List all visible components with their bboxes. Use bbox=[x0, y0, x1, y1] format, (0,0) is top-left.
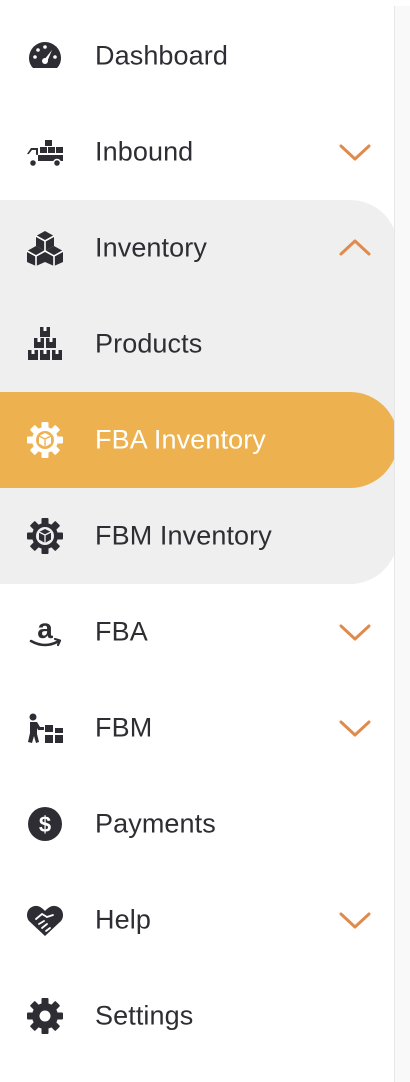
sidebar-item-label: FBA Inventory bbox=[95, 424, 266, 455]
sidebar-item-inbound[interactable]: Inbound bbox=[0, 104, 398, 200]
sidebar-item-label: Payments bbox=[95, 808, 216, 839]
gear-box-icon bbox=[25, 516, 65, 556]
handshake-heart-icon bbox=[25, 900, 65, 940]
sidebar-item-label: Products bbox=[95, 328, 203, 359]
chevron-down-icon[interactable] bbox=[338, 909, 372, 931]
chevron-up-icon[interactable] bbox=[338, 237, 372, 259]
sidebar-item-label: Dashboard bbox=[95, 40, 228, 71]
sidebar-item-help[interactable]: Help bbox=[0, 872, 398, 968]
amazon-icon: a bbox=[25, 612, 65, 652]
sidebar-item-label: FBM Inventory bbox=[95, 520, 272, 551]
sidebar-item-settings[interactable]: Settings bbox=[0, 968, 398, 1064]
chevron-down-icon[interactable] bbox=[338, 717, 372, 739]
sidebar-item-inventory[interactable]: Inventory bbox=[0, 200, 398, 296]
sidebar-item-products[interactable]: Products bbox=[0, 296, 398, 392]
sidebar-item-label: Inventory bbox=[95, 232, 207, 263]
sidebar-item-fbm[interactable]: FBM bbox=[0, 680, 398, 776]
sidebar-item-label: Settings bbox=[95, 1000, 194, 1031]
content-panel-edge bbox=[394, 6, 410, 1082]
sidebar-item-fba[interactable]: a FBA bbox=[0, 584, 398, 680]
sidebar-item-label: Help bbox=[95, 904, 151, 935]
sidebar-item-fba-inventory[interactable]: FBA Inventory bbox=[0, 392, 398, 488]
svg-text:$: $ bbox=[39, 812, 51, 837]
sidebar-item-label: FBA bbox=[95, 616, 148, 647]
speedometer-icon bbox=[25, 36, 65, 76]
delivery-truck-icon bbox=[25, 132, 65, 172]
sidebar-item-dashboard[interactable]: Dashboard bbox=[0, 8, 398, 104]
sidebar-item-label: Inbound bbox=[95, 136, 194, 167]
dollar-icon: $ bbox=[25, 804, 65, 844]
sidebar-item-payments[interactable]: $ Payments bbox=[0, 776, 398, 872]
boxes-icon bbox=[25, 228, 65, 268]
chevron-down-icon[interactable] bbox=[338, 141, 372, 163]
sidebar-nav: Dashboard Inbound Inventory Products FBA… bbox=[0, 0, 398, 1082]
gear-box-icon bbox=[25, 420, 65, 460]
svg-text:a: a bbox=[37, 613, 53, 644]
worker-boxes-icon bbox=[25, 708, 65, 748]
sidebar-item-fbm-inventory[interactable]: FBM Inventory bbox=[0, 488, 398, 584]
gear-icon bbox=[25, 996, 65, 1036]
chevron-down-icon[interactable] bbox=[338, 621, 372, 643]
stacked-boxes-icon bbox=[25, 324, 65, 364]
sidebar-item-label: FBM bbox=[95, 712, 153, 743]
